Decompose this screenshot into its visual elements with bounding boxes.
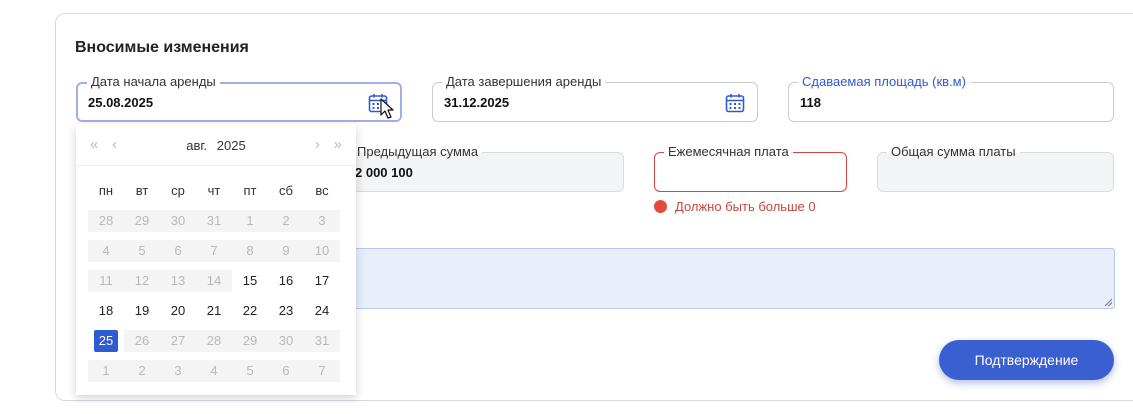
mouse-cursor-icon	[380, 98, 394, 119]
calendar-week-row: 18 19 20 21 22 23 24	[88, 296, 340, 326]
calendar-day[interactable]: 17	[304, 270, 340, 292]
error-text: Должно быть больше 0	[675, 199, 816, 214]
calendar-day: 1	[232, 210, 268, 232]
calendar-day: 5	[124, 240, 160, 262]
calendar-day: 11	[88, 270, 124, 292]
calendar-day: 29	[124, 210, 160, 232]
calendar-day[interactable]: 22	[232, 300, 268, 322]
calendar-day: 31	[196, 210, 232, 232]
calendar-day: 27	[160, 330, 196, 352]
calendar-day: 4	[196, 360, 232, 382]
monthly-payment-label: Ежемесячная плата	[664, 144, 793, 160]
weekday-label: сб	[279, 183, 293, 198]
calendar-day: 7	[304, 360, 340, 382]
calendar-day: 30	[160, 210, 196, 232]
weekday-label: пт	[243, 183, 257, 198]
calendar-week-row: 28 29 30 31 1 2 3	[88, 206, 340, 236]
calendar-day: 3	[160, 360, 196, 382]
calendar-day: 14	[196, 270, 232, 292]
calendar-day: 2	[268, 210, 304, 232]
date-picker-title: авг. 2025	[76, 138, 356, 153]
weekday-label: чт	[207, 183, 221, 198]
weekday-row: пн вт ср чт пт сб вс	[88, 176, 340, 206]
next-month-icon[interactable]: ›	[315, 136, 320, 153]
calendar-day: 3	[304, 210, 340, 232]
calendar-day: 12	[124, 270, 160, 292]
end-date-value: 31.12.2025	[444, 95, 510, 110]
calendar-day: 29	[232, 330, 268, 352]
calendar-day[interactable]: 18	[88, 300, 124, 322]
calendar-icon[interactable]	[725, 93, 745, 113]
comment-textarea[interactable]	[310, 248, 1115, 309]
start-date-label: Дата начала аренды	[87, 74, 220, 90]
calendar-day: 31	[304, 330, 340, 352]
total-payment-field: Общая сумма платы	[877, 144, 1114, 192]
monthly-payment-error: Должно быть больше 0	[654, 199, 816, 214]
calendar-day: 28	[196, 330, 232, 352]
calendar-day[interactable]: 21	[196, 300, 232, 322]
total-payment-label: Общая сумма платы	[887, 144, 1020, 160]
calendar-day[interactable]: 20	[160, 300, 196, 322]
calendar-day[interactable]: 15	[232, 270, 268, 292]
weekday-label: вт	[135, 183, 149, 198]
confirm-button[interactable]: Подтверждение	[939, 340, 1114, 380]
calendar-week-row: 4 5 6 7 8 9 10	[88, 236, 340, 266]
calendar-day: 26	[124, 330, 160, 352]
calendar-week-row: 1234567	[88, 356, 340, 386]
calendar-day: 10	[304, 240, 340, 262]
month-select[interactable]: авг.	[186, 138, 207, 153]
area-value: 118	[800, 95, 821, 110]
next-year-icon[interactable]: »	[334, 136, 342, 153]
error-icon	[654, 200, 667, 213]
calendar-day-selected[interactable]: 25	[88, 330, 124, 352]
calendar-day: 6	[160, 240, 196, 262]
calendar-day[interactable]: 23	[268, 300, 304, 322]
previous-sum-label: Предыдущая сумма	[353, 144, 483, 160]
weekday-label: вс	[315, 183, 329, 198]
calendar-day: 30	[268, 330, 304, 352]
calendar-day: 1	[88, 360, 124, 382]
calendar-week-row: 11 12 13 14 15 16 17	[88, 266, 340, 296]
section-title: Вносимые изменения	[75, 39, 249, 56]
date-picker-header: « ‹ авг. 2025 › »	[76, 124, 356, 166]
date-picker-popup: « ‹ авг. 2025 › » пн вт ср чт пт сб вс 28 29 30 31…	[76, 124, 356, 395]
date-picker-grid: пн вт ср чт пт сб вс 28 29 30 31 1 2 3 4 5 6 7 8 9 10 11 12 13 1…	[88, 176, 340, 386]
calendar-day: 13	[160, 270, 196, 292]
calendar-day: 5	[232, 360, 268, 382]
end-date-label: Дата завершения аренды	[442, 74, 606, 90]
start-date-field[interactable]: Дата начала аренды 25.08.2025	[76, 74, 402, 122]
area-field[interactable]: Сдаваемая площадь (кв.м) 118	[788, 74, 1114, 122]
calendar-day: 8	[232, 240, 268, 262]
previous-sum-value: 2 000 100	[355, 165, 413, 180]
calendar-day: 9	[268, 240, 304, 262]
calendar-day: 2	[124, 360, 160, 382]
calendar-day[interactable]: 16	[268, 270, 304, 292]
calendar-day[interactable]: 24	[304, 300, 340, 322]
area-label: Сдаваемая площадь (кв.м)	[798, 74, 970, 90]
previous-sum-field: Предыдущая сумма 2 000 100	[343, 144, 624, 192]
end-date-field[interactable]: Дата завершения аренды 31.12.2025	[432, 74, 758, 122]
weekday-label: ср	[171, 183, 185, 198]
weekday-label: пн	[98, 183, 114, 198]
resize-handle-icon[interactable]	[1104, 298, 1112, 306]
calendar-day[interactable]: 19	[124, 300, 160, 322]
start-date-value: 25.08.2025	[88, 95, 154, 110]
calendar-day: 4	[88, 240, 124, 262]
calendar-day: 7	[196, 240, 232, 262]
year-select[interactable]: 2025	[217, 138, 246, 153]
calendar-week-row: 25 26 27 28 29 30 31	[88, 326, 340, 356]
calendar-day: 6	[268, 360, 304, 382]
monthly-payment-field[interactable]: Ежемесячная плата	[654, 144, 847, 192]
selected-day-label: 25	[94, 330, 118, 352]
calendar-day: 28	[88, 210, 124, 232]
